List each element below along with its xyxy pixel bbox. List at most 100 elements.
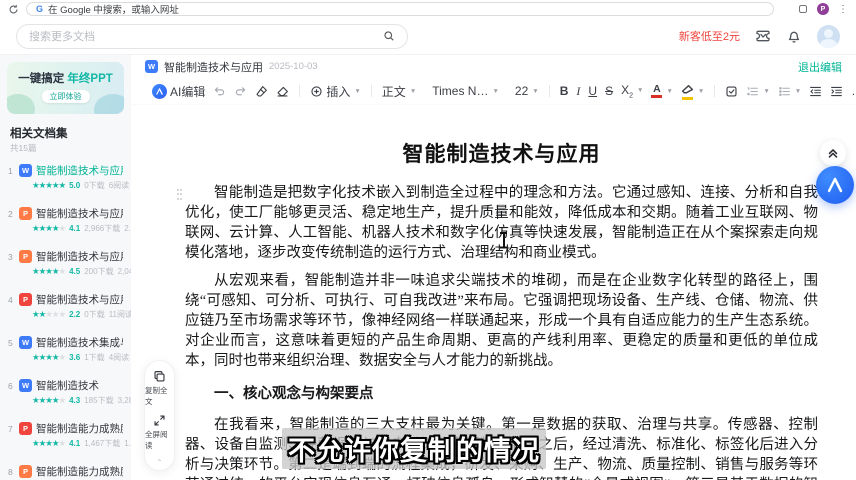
checklist-button[interactable] xyxy=(721,83,742,100)
star-rating-icon: ★★★★★ xyxy=(32,438,65,449)
collapse-chevron-icon[interactable]: ⌃ xyxy=(156,458,163,467)
document-canvas[interactable]: 智能制造技术与应用 智能制造是把数字化技术嵌入到制造全过程中的理念和方法。它通过… xyxy=(131,105,856,480)
star-rating-icon: ★★★★★ xyxy=(32,223,65,234)
underline-button[interactable]: U xyxy=(584,82,601,100)
doc-item-reads: 3,284阅读 xyxy=(118,395,131,406)
doc-list-item[interactable]: 8 P 智能制造能力成熟度… ★★★★★ 4.4 179下载 1,394阅读 xyxy=(0,460,131,480)
doc-item-reads: 11阅读 xyxy=(109,309,131,320)
more-tools-button[interactable]: … xyxy=(847,82,856,100)
doc-item-meta: ★★★★★ 3.6 1下载 4阅读 xyxy=(32,352,123,363)
doc-list-item[interactable]: 1 W 智能制造技术与应用 ★★★★★ 5.0 0下载 6阅读 xyxy=(0,159,131,202)
paragraph-drag-handle[interactable] xyxy=(177,189,183,201)
search-placeholder: 搜索更多文档 xyxy=(29,28,95,44)
doc-list-item[interactable]: 6 W 智能制造技术 ★★★★★ 4.3 185下载 3,284阅读 xyxy=(0,374,131,417)
doc-item-downloads: 0下载 xyxy=(84,309,104,320)
fullscreen-read-button[interactable]: 全屏阅读 xyxy=(145,414,174,451)
chevron-down-icon: ▼ xyxy=(666,88,672,95)
search-input[interactable]: 搜索更多文档 xyxy=(16,24,408,49)
doc-item-title: 智能制造技术与应用 xyxy=(36,249,123,264)
copy-icon xyxy=(153,370,166,383)
doc-item-rating: 3.6 xyxy=(69,353,80,362)
highlight-button[interactable]: ▼ xyxy=(677,81,708,102)
text-caret xyxy=(497,205,498,219)
redo-button[interactable] xyxy=(230,83,251,100)
font-color-icon: A xyxy=(651,84,662,99)
star-rating-icon: ★★★★★ xyxy=(32,309,65,320)
doc-list-item[interactable]: 5 W 智能制造技术集成与… ★★★★★ 3.6 1下载 4阅读 xyxy=(0,331,131,374)
doc-item-reads: 6阅读 xyxy=(109,180,129,191)
strikethrough-button[interactable]: S xyxy=(601,82,617,100)
word-doc-icon: W xyxy=(145,60,158,73)
doc-list-item[interactable]: 4 P 智能制造技术与应用 ★★★★★ 2.2 0下载 11阅读 xyxy=(0,288,131,331)
doc-item-index: 1 xyxy=(8,166,15,176)
address-bar[interactable]: G 在 Google 中搜索，或输入网址 xyxy=(26,2,774,16)
bullet-list-button[interactable]: ▼ xyxy=(774,83,805,100)
undo-button[interactable] xyxy=(209,83,230,100)
ppt-promo-banner[interactable]: 一键搞定 年终PPT 立即体验 xyxy=(7,62,124,114)
ai-edit-button[interactable]: AI编辑 xyxy=(148,81,209,102)
doc-file-icon: W xyxy=(19,164,32,177)
chevron-down-icon: ▼ xyxy=(698,88,704,95)
fullscreen-icon xyxy=(153,414,166,427)
doc-item-rating: 2.2 xyxy=(69,310,80,319)
extensions-icon[interactable] xyxy=(798,4,808,14)
ai-assistant-fab[interactable] xyxy=(816,166,854,204)
chevron-down-icon: ▼ xyxy=(354,88,360,95)
browser-profile-avatar[interactable]: P xyxy=(817,3,829,15)
doc-item-meta: ★★★★★ 4.1 1,467下载 1.29W阅读 xyxy=(32,438,123,449)
paragraph-style-select[interactable]: 正文 ▼ xyxy=(378,81,420,102)
font-color-button[interactable]: A ▼ xyxy=(647,82,676,101)
doc-item-title: 智能制造技术 xyxy=(36,378,99,393)
bell-icon[interactable] xyxy=(786,28,802,44)
quick-actions-card: 复制全文 全屏阅读 ⌃ xyxy=(144,360,175,471)
promo-link[interactable]: 新客低至2元 xyxy=(679,28,740,44)
subtitle-text: 不允许你复制的情况 xyxy=(288,436,540,466)
insert-button[interactable]: 插入 ▼ xyxy=(306,81,364,102)
doc-file-icon: P xyxy=(19,293,32,306)
document-header: W 智能制造技术与应用 2025-10-03 退出编辑 xyxy=(131,55,856,78)
bold-button[interactable]: B xyxy=(556,82,573,100)
font-size-select[interactable]: 22 ▼ xyxy=(511,82,543,100)
numbered-list-button[interactable]: ▼ xyxy=(742,83,773,100)
indent-decrease-button[interactable] xyxy=(805,83,826,100)
font-family-select[interactable]: Times N… ▼ xyxy=(428,82,503,100)
star-rating-icon: ★★★★★ xyxy=(32,266,65,277)
doc-item-title: 智能制造技术与应用 xyxy=(36,163,123,178)
doc-list-item[interactable]: 2 P 智能制造技术与应用 ★★★★★ 4.1 2,966下载 2.03W阅读 xyxy=(0,202,131,245)
reload-icon[interactable] xyxy=(8,4,19,15)
app-header: 搜索更多文档 新客低至2元 xyxy=(0,18,856,55)
indent-increase-button[interactable] xyxy=(826,83,847,100)
google-icon: G xyxy=(36,4,43,14)
eraser-button[interactable] xyxy=(272,83,293,100)
copy-fulltext-button[interactable]: 复制全文 xyxy=(145,370,174,407)
doc-file-icon: W xyxy=(19,336,32,349)
coupon-icon[interactable] xyxy=(755,28,771,44)
doc-item-downloads: 185下载 xyxy=(84,395,113,406)
edit-toolbar: AI编辑 插入 ▼ 正文 ▼ xyxy=(131,78,856,105)
doc-item-downloads: 0下载 xyxy=(84,180,104,191)
subscript-button[interactable]: X2 ▼ xyxy=(617,81,647,101)
doc-item-title: 智能制造能力成熟度… xyxy=(36,421,123,436)
browser-chrome: G 在 Google 中搜索，或输入网址 P ⋮ xyxy=(0,0,856,18)
paragraph-2: 从宏观来看，智能制造并非一味追求尖端技术的堆砌，而是在企业数字化转型的路径上，围… xyxy=(185,271,818,371)
chevron-down-icon: ▼ xyxy=(637,87,643,94)
doc-list-item[interactable]: 7 P 智能制造能力成熟度… ★★★★★ 4.1 1,467下载 1.29W阅读 xyxy=(0,417,131,460)
doc-item-rating: 4.3 xyxy=(69,396,80,405)
search-icon[interactable] xyxy=(383,30,395,42)
address-text: 在 Google 中搜索，或输入网址 xyxy=(48,2,179,16)
scroll-to-top-button[interactable] xyxy=(820,140,846,166)
doc-item-meta: ★★★★★ 5.0 0下载 6阅读 xyxy=(32,180,123,191)
doc-item-title: 智能制造能力成熟度… xyxy=(36,464,123,479)
user-avatar[interactable] xyxy=(817,25,840,48)
doc-item-title: 智能制造技术与应用 xyxy=(36,206,123,221)
browser-menu-icon[interactable]: ⋮ xyxy=(838,4,848,15)
doc-item-title: 智能制造技术与应用 xyxy=(36,292,123,307)
banner-try-button[interactable]: 立即体验 xyxy=(42,90,90,103)
highlighter-icon xyxy=(681,83,694,100)
format-painter-button[interactable] xyxy=(251,83,272,100)
exit-edit-button[interactable]: 退出编辑 xyxy=(798,59,842,75)
italic-button[interactable]: I xyxy=(572,82,584,101)
doc-item-downloads: 1,467下载 xyxy=(84,438,120,449)
doc-list-item[interactable]: 3 P 智能制造技术与应用 ★★★★★ 4.5 200下载 2,045阅读 xyxy=(0,245,131,288)
banner-title: 一键搞定 年终PPT xyxy=(7,70,124,86)
